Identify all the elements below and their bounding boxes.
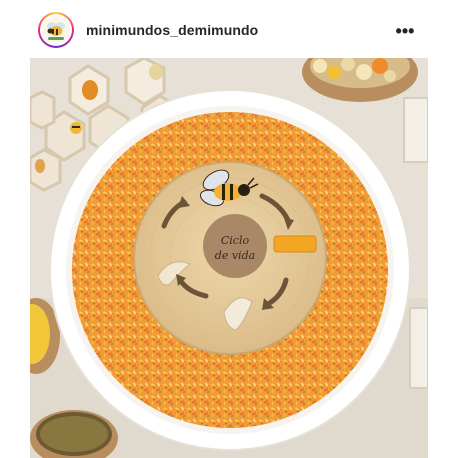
more-options-icon[interactable]: •••: [392, 18, 418, 44]
avatar-ring-gap: [40, 14, 72, 46]
bee-logo-icon: [42, 16, 70, 44]
activity-card-right: [403, 97, 428, 163]
sensory-tray-photo: Ciclo de vida: [30, 58, 428, 458]
post-header: minimundos_demimundo •••: [0, 0, 458, 58]
avatar-image: [42, 16, 70, 44]
egg-stage: [273, 235, 317, 253]
label-line2: de vida: [215, 249, 255, 262]
post-photo[interactable]: Ciclo de vida: [30, 58, 428, 458]
label-line1: Ciclo: [221, 234, 250, 247]
profile-avatar[interactable]: [38, 12, 74, 48]
post-username[interactable]: minimundos_demimundo: [86, 22, 258, 38]
activity-card-right-lower: [409, 307, 428, 389]
